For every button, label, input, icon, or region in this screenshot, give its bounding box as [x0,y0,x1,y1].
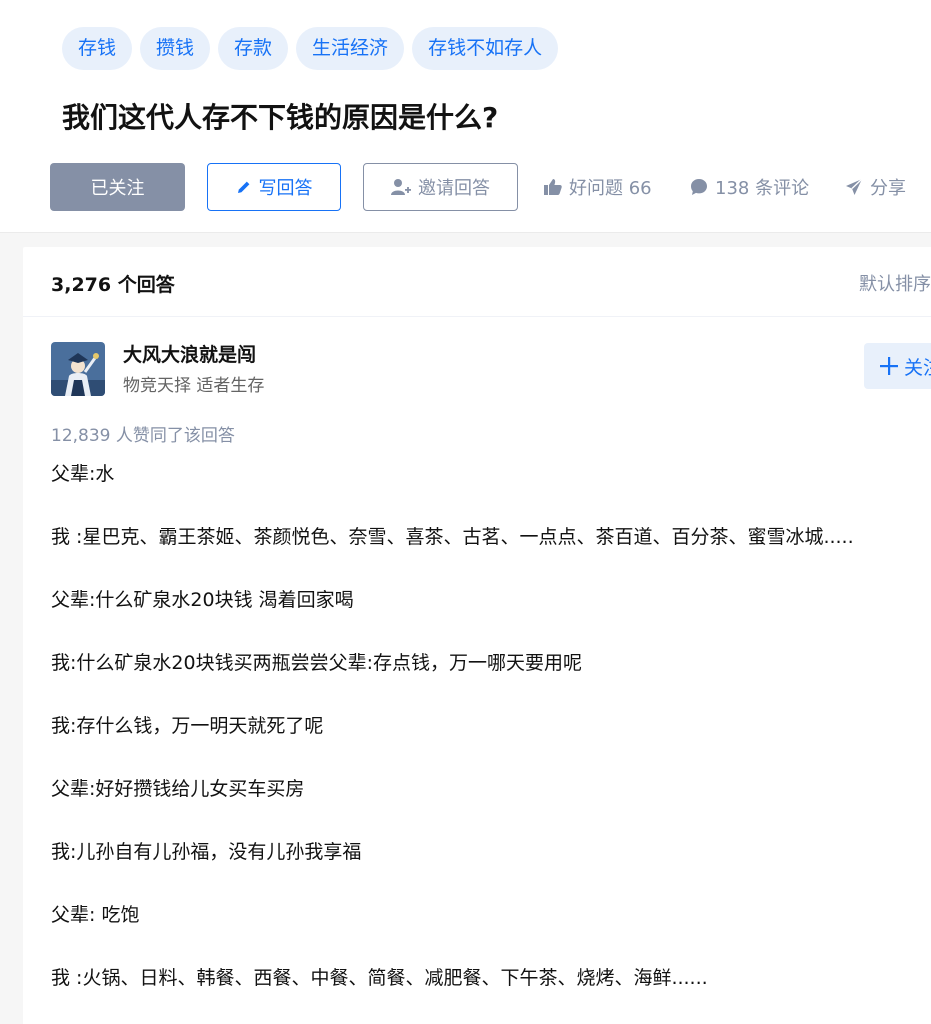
comments-label: 138 条评论 [715,178,810,199]
answers-count: 3,276 个回答 [51,274,175,296]
good-question-label: 好问题 66 [569,178,652,199]
question-actions: 已关注 写回答 邀请回答 好问题 66 138 条评论 分享 [50,163,931,211]
author-bio: 物竞天择 适者生存 [123,376,265,396]
author-avatar[interactable] [51,342,105,396]
topic-tag[interactable]: 攒钱 [140,27,211,70]
paper-plane-icon [845,178,863,196]
invite-answer-label: 邀请回答 [418,178,490,199]
pencil-icon [236,179,252,195]
answer-paragraph: 父辈:好好攒钱给儿女买车买房 [51,778,305,800]
invite-user-icon [391,178,411,196]
followed-label: 已关注 [90,178,145,199]
answer-paragraph: 我 :火锅、日料、韩餐、西餐、中餐、简餐、减肥餐、下午茶、烧烤、海鲜...... [51,967,708,989]
answer-content: 父辈:水 我 :星巴克、霸王茶姬、茶颜悦色、奈雪、喜茶、古茗、一点点、茶百道、百… [51,459,931,1024]
answer-paragraph: 我:儿孙自有儿孙福，没有儿孙我享福 [51,841,362,863]
sort-dropdown[interactable]: 默认排序 [859,270,931,296]
topic-tag[interactable]: 存钱不如存人 [412,27,559,70]
answer-paragraph: 父辈:水 [51,463,115,485]
follow-author-button[interactable]: 关注 [864,343,931,389]
write-answer-label: 写回答 [258,178,313,199]
topic-tag[interactable]: 生活经济 [296,27,405,70]
answers-header: 3,276 个回答 默认排序 [23,247,931,317]
topic-tags: 存钱 攒钱 存款 生活经济 存钱不如存人 [62,27,559,70]
invite-answer-button[interactable]: 邀请回答 [363,163,518,211]
answer-paragraph: 我:存什么钱，万一明天就死了呢 [51,715,324,737]
author-name[interactable]: 大风大浪就是闯 [123,340,256,367]
vote-count: 12,839 人赞同了该回答 [51,426,235,446]
comments-button[interactable]: 138 条评论 [690,163,809,211]
question-header: 存钱 攒钱 存款 生活经济 存钱不如存人 我们这代人存不下钱的原因是什么? 已关… [0,0,931,233]
plus-icon [880,357,898,375]
answer-paragraph: 父辈: 吃饱 [51,904,140,926]
thumbs-up-icon [544,178,562,196]
share-label: 分享 [870,178,906,199]
answers-card: 3,276 个回答 默认排序 大风大浪就是闯 物竞天择 适者生存 关注 12,8… [23,247,931,1024]
write-answer-button[interactable]: 写回答 [207,163,341,211]
comment-icon [690,178,708,196]
good-question-button[interactable]: 好问题 66 [544,163,652,211]
answer-paragraph: 我 :星巴克、霸王茶姬、茶颜悦色、奈雪、喜茶、古茗、一点点、茶百道、百分茶、蜜雪… [51,526,854,548]
follow-author-label: 关注 [904,356,931,379]
answer-paragraph: 父辈:什么矿泉水20块钱 渴着回家喝 [51,589,354,611]
followed-button[interactable]: 已关注 [50,163,185,211]
topic-tag[interactable]: 存钱 [62,27,133,70]
share-button[interactable]: 分享 [845,163,906,211]
question-title[interactable]: 我们这代人存不下钱的原因是什么? [62,96,498,136]
answer-paragraph: 我:什么矿泉水20块钱买两瓶尝尝父辈:存点钱，万一哪天要用呢 [51,652,582,674]
topic-tag[interactable]: 存款 [218,27,289,70]
